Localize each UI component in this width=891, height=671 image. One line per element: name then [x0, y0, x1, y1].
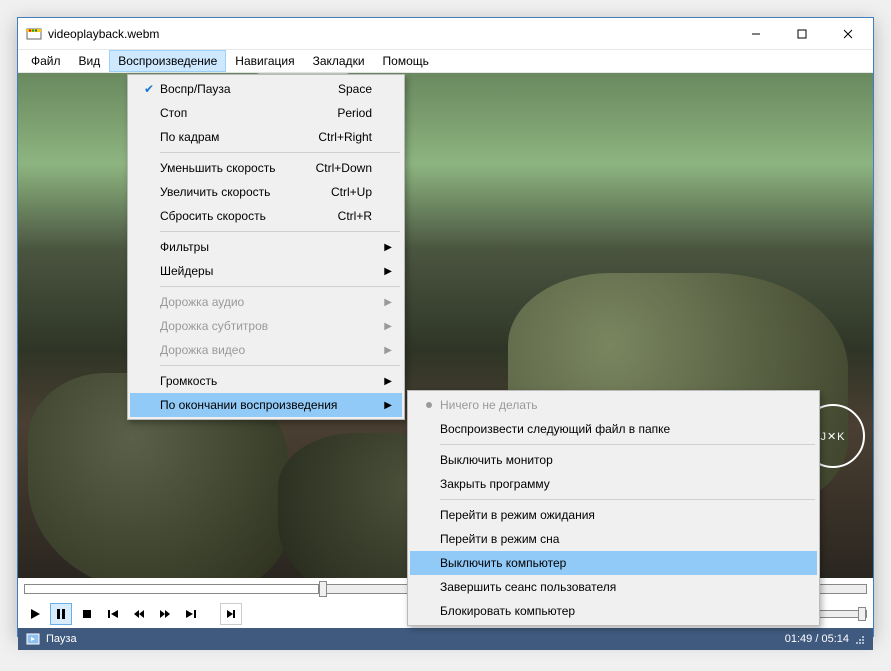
menu-separator [160, 231, 400, 232]
play-button[interactable] [24, 603, 46, 625]
next-track-button[interactable] [180, 603, 202, 625]
menu-item-exit[interactable]: Закрыть программу [410, 472, 817, 496]
menu-view[interactable]: Вид [70, 50, 110, 72]
status-state: Пауза [46, 633, 77, 645]
menu-item-standby[interactable]: Перейти в режим ожидания [410, 503, 817, 527]
menu-bar: Файл Вид Воспроизведение Навигация Закла… [18, 50, 873, 73]
title-bar: videoplayback.webm [18, 18, 873, 50]
menu-help[interactable]: Помощь [374, 50, 438, 72]
forward-button[interactable] [154, 603, 176, 625]
chevron-right-icon: ▶ [384, 345, 392, 356]
radio-icon [418, 402, 440, 408]
menu-item-speed-up[interactable]: Увеличить скоростьCtrl+Up [130, 180, 402, 204]
menu-item-volume[interactable]: Громкость▶ [130, 369, 402, 393]
menu-item-shaders[interactable]: Шейдеры▶ [130, 259, 402, 283]
prev-track-button[interactable] [102, 603, 124, 625]
app-window: videoplayback.webm Файл Вид Воспроизведе… [17, 17, 874, 637]
menu-separator [160, 286, 400, 287]
menu-item-stop[interactable]: СтопPeriod [130, 101, 402, 125]
chevron-right-icon: ▶ [384, 376, 392, 387]
pause-button[interactable] [50, 603, 72, 625]
check-icon: ✔ [138, 82, 160, 96]
menu-item-speed-reset[interactable]: Сбросить скоростьCtrl+R [130, 204, 402, 228]
minimize-button[interactable] [733, 18, 779, 49]
menu-item-monitor-off[interactable]: Выключить монитор [410, 448, 817, 472]
resize-grip-icon[interactable] [853, 633, 865, 645]
menu-separator [160, 152, 400, 153]
menu-file[interactable]: Файл [22, 50, 70, 72]
menu-separator [160, 365, 400, 366]
menu-separator [440, 499, 815, 500]
menu-item-shutdown[interactable]: Выключить компьютер [410, 551, 817, 575]
playback-dropdown: ✔Воспр/ПаузаSpace СтопPeriod По кадрамCt… [127, 74, 405, 420]
chevron-right-icon: ▶ [384, 266, 392, 277]
rewind-button[interactable] [128, 603, 150, 625]
menu-item-audio-track: Дорожка аудио▶ [130, 290, 402, 314]
chevron-right-icon: ▶ [384, 321, 392, 332]
menu-item-speed-down[interactable]: Уменьшить скоростьCtrl+Down [130, 156, 402, 180]
menu-bookmarks[interactable]: Закладки [304, 50, 374, 72]
menu-item-play-next[interactable]: Воспроизвести следующий файл в папке [410, 417, 817, 441]
frame-step-button[interactable] [220, 603, 242, 625]
after-playback-submenu: Ничего не делать Воспроизвести следующий… [407, 390, 820, 626]
menu-separator [440, 444, 815, 445]
menu-playback[interactable]: Воспроизведение [109, 50, 226, 72]
menu-item-filters[interactable]: Фильтры▶ [130, 235, 402, 259]
chevron-right-icon: ▶ [384, 297, 392, 308]
window-controls [733, 18, 871, 49]
menu-item-subtitle-track: Дорожка субтитров▶ [130, 314, 402, 338]
chevron-right-icon: ▶ [384, 400, 392, 411]
menu-item-video-track: Дорожка видео▶ [130, 338, 402, 362]
menu-item-sleep[interactable]: Перейти в режим сна [410, 527, 817, 551]
seek-thumb[interactable] [319, 581, 327, 597]
menu-item-do-nothing[interactable]: Ничего не делать [410, 393, 817, 417]
close-button[interactable] [825, 18, 871, 49]
status-bar: Пауза 01:49 / 05:14 [18, 628, 873, 650]
chevron-right-icon: ▶ [384, 242, 392, 253]
menu-item-play-pause[interactable]: ✔Воспр/ПаузаSpace [130, 77, 402, 101]
window-title: videoplayback.webm [48, 27, 159, 41]
app-icon [26, 26, 42, 42]
menu-item-after-playback[interactable]: По окончании воспроизведения▶ [130, 393, 402, 417]
menu-item-lock[interactable]: Блокировать компьютер [410, 599, 817, 623]
volume-thumb[interactable] [858, 607, 866, 621]
stop-button[interactable] [76, 603, 98, 625]
status-time: 01:49 / 05:14 [785, 633, 849, 645]
maximize-button[interactable] [779, 18, 825, 49]
menu-item-framestep[interactable]: По кадрамCtrl+Right [130, 125, 402, 149]
menu-item-logoff[interactable]: Завершить сеанс пользователя [410, 575, 817, 599]
menu-navigation[interactable]: Навигация [226, 50, 303, 72]
status-icon [26, 632, 40, 646]
